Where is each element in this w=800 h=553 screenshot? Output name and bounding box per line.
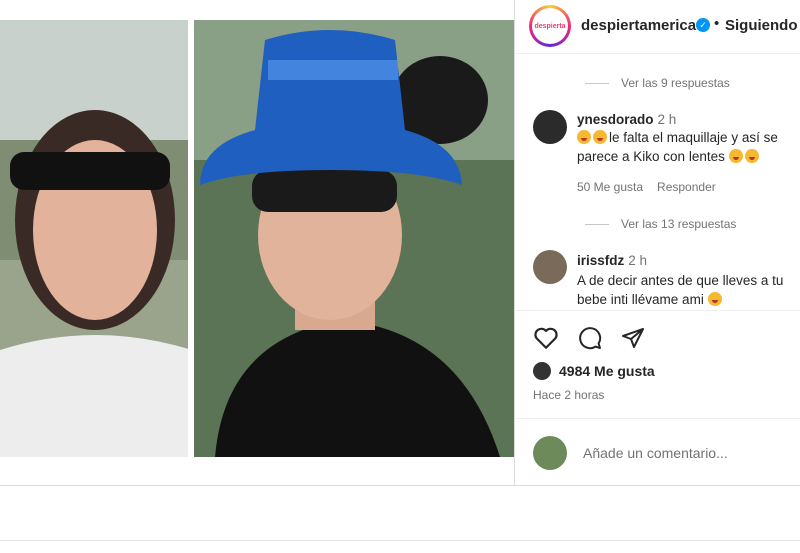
heart-icon[interactable] <box>533 326 559 355</box>
verified-badge-icon: ✓ <box>696 18 710 32</box>
liker-avatar[interactable] <box>533 362 551 380</box>
comment-line-text: bebe inti llévame ami <box>577 292 704 307</box>
comment-avatar[interactable] <box>533 250 567 284</box>
reply-button[interactable]: Responder <box>657 180 716 194</box>
comment-likes[interactable]: 50 Me gusta <box>577 180 643 194</box>
view-replies-button[interactable]: Ver las 13 respuestas <box>585 217 736 231</box>
reply-line <box>585 82 609 84</box>
user-avatar <box>533 436 567 470</box>
actions-divider <box>515 310 800 311</box>
comment-line: A de decir antes de que lleves a tu <box>577 273 784 288</box>
divider <box>0 540 800 541</box>
laughing-emoji-icon <box>593 130 607 144</box>
comment-username[interactable]: irissfdz <box>577 253 624 268</box>
avatar-logo-text: despierta <box>534 22 566 30</box>
comment-line-text: le falta el maquillaje y así se <box>609 130 778 145</box>
reply-line <box>585 223 609 225</box>
comment-text: irissfdz 2 h <box>577 252 800 270</box>
comment-line-text: parece a Kiko con lentes <box>577 149 725 164</box>
view-replies-button[interactable]: Ver las 9 respuestas <box>585 76 730 90</box>
divider <box>0 485 800 486</box>
laughing-emoji-icon <box>744 149 759 163</box>
comment-line: parece a Kiko con lentes <box>577 148 800 166</box>
account-avatar[interactable]: despierta <box>529 5 571 47</box>
share-icon[interactable] <box>620 326 646 355</box>
post-side-panel: despierta despiertamerica ✓ • Siguiendo … <box>514 0 800 485</box>
comment-time: 2 h <box>657 112 677 127</box>
add-comment-row: Añade un comentario... <box>515 418 800 485</box>
comment-line: le falta el maquillaje y así se <box>577 129 800 147</box>
account-name[interactable]: despiertamerica <box>581 17 696 34</box>
likes-row: 4984 Me gusta <box>533 362 655 380</box>
post-photo[interactable] <box>0 20 514 457</box>
view-replies-label: Ver las 13 respuestas <box>621 217 737 231</box>
comment-meta: 50 Me gusta Responder <box>577 180 730 194</box>
laughing-emoji-icon <box>728 149 743 163</box>
likes-count[interactable]: 4984 Me gusta <box>559 363 655 379</box>
comment-username[interactable]: ynesdorado <box>577 112 654 127</box>
laughing-emoji-icon <box>707 292 722 306</box>
comment-icon[interactable] <box>577 326 603 355</box>
comment-time: 2 h <box>628 253 648 268</box>
post-header: despierta despiertamerica ✓ • Siguiendo <box>515 0 800 54</box>
following-button[interactable]: Siguiendo <box>725 17 798 34</box>
comment-text: ynesdorado 2 h <box>577 111 800 129</box>
separator: • <box>714 15 720 32</box>
post-time[interactable]: Hace 2 horas <box>533 388 604 402</box>
comment-line: bebe inti llévame ami <box>577 291 800 309</box>
comment-avatar[interactable] <box>533 110 567 144</box>
laughing-emoji-icon <box>577 130 591 144</box>
add-comment-input[interactable]: Añade un comentario... <box>583 445 728 461</box>
view-replies-label: Ver las 9 respuestas <box>621 76 730 90</box>
